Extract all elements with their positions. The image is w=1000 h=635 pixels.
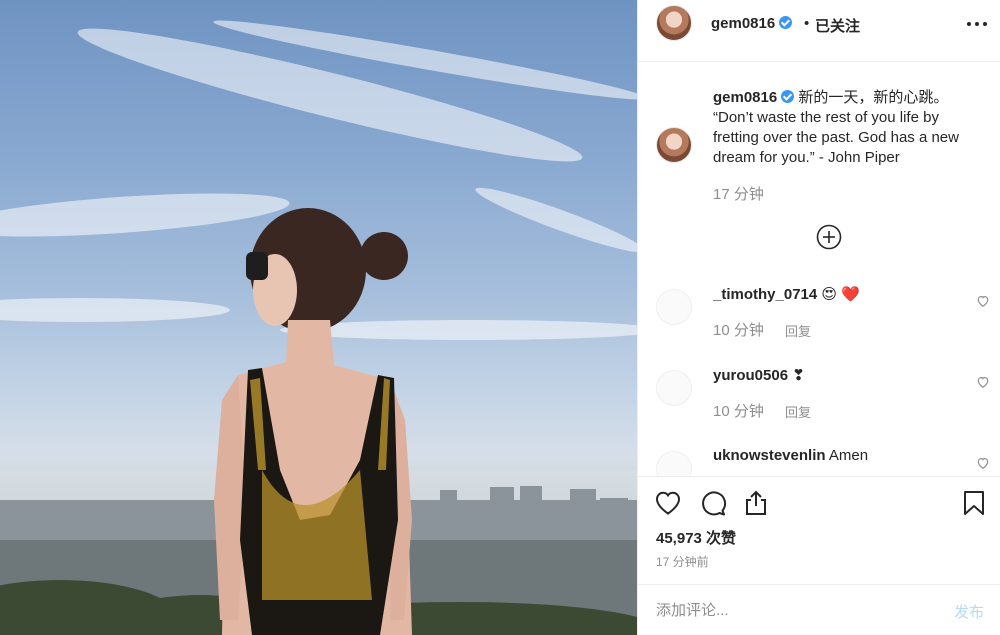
commenter-name[interactable]: _timothy_0714 — [713, 286, 817, 303]
photo-illustration — [0, 20, 637, 635]
username-text[interactable]: gem0816 — [711, 15, 775, 32]
comment-heart-icon[interactable] — [976, 294, 990, 308]
reply-button[interactable]: 回复 — [785, 321, 811, 340]
comment-icon[interactable] — [699, 489, 727, 517]
reply-button[interactable]: 回复 — [785, 402, 811, 421]
commenter-username[interactable]: _timothy_0714 😍 ❤️ — [713, 285, 860, 303]
comment-item: yurou0506 ❣ 10 分钟 回复 — [638, 366, 1000, 436]
comment-input[interactable] — [656, 599, 926, 621]
post-actions: 45,973 次赞 17 分钟前 发布 — [638, 476, 1000, 635]
comment-time[interactable]: 10 分钟 — [713, 319, 764, 340]
comment-time[interactable]: 10 分钟 — [713, 400, 764, 421]
comment-heart-icon[interactable] — [976, 375, 990, 389]
separator-dot: • — [804, 15, 810, 32]
heart-icon[interactable] — [654, 489, 682, 517]
comment-item: uknowstevenlin Amen — [638, 447, 1000, 476]
caption-author[interactable]: gem0816 — [713, 89, 777, 106]
comment-item: _timothy_0714 😍 ❤️ 10 分钟 回复 — [638, 285, 1000, 355]
comments-area[interactable]: gem0816 新的一天，新的心跳。 “Don’t waste the rest… — [638, 63, 1000, 476]
post-caption: gem0816 新的一天，新的心跳。 “Don’t waste the rest… — [713, 88, 988, 168]
bookmark-icon[interactable] — [960, 489, 988, 517]
post-photo[interactable] — [0, 0, 637, 635]
caption-time[interactable]: 17 分钟 — [713, 183, 764, 204]
user-avatar[interactable] — [656, 5, 692, 41]
commenter-avatar[interactable] — [656, 289, 692, 325]
post-header: gem0816 • 已关注 — [638, 0, 1000, 62]
commenter-name[interactable]: yurou0506 — [713, 367, 788, 384]
comment-text: 😍 ❤️ — [817, 286, 860, 303]
more-options-icon[interactable] — [964, 14, 990, 34]
post-comment-button[interactable]: 发布 — [954, 601, 984, 622]
following-button[interactable]: 已关注 — [815, 15, 860, 36]
comment-text: Amen — [825, 447, 869, 464]
commenter-username[interactable]: uknowstevenlin Amen — [713, 447, 868, 464]
commenter-avatar[interactable] — [656, 370, 692, 406]
commenter-avatar[interactable] — [656, 451, 692, 476]
comment-text: ❣ — [788, 367, 805, 384]
commenter-name[interactable]: uknowstevenlin — [713, 447, 826, 464]
share-icon[interactable] — [742, 489, 770, 517]
post-timestamp[interactable]: 17 分钟前 — [656, 553, 709, 570]
likes-count[interactable]: 45,973 次赞 — [656, 527, 736, 548]
commenter-username[interactable]: yurou0506 ❣ — [713, 366, 805, 384]
caption-avatar[interactable] — [656, 127, 692, 163]
verified-badge-icon — [779, 16, 793, 29]
caption-author-link[interactable]: gem0816 — [713, 89, 795, 106]
comment-heart-icon[interactable] — [976, 456, 990, 470]
username-link[interactable]: gem0816 — [711, 15, 793, 32]
add-comment-bar: 发布 — [638, 584, 1000, 635]
post-detail-panel: gem0816 • 已关注 gem0816 新的一天，新的心跳。 “Don’t … — [637, 0, 1000, 635]
plus-circle-icon[interactable] — [816, 224, 842, 250]
verified-badge-icon — [781, 90, 795, 103]
